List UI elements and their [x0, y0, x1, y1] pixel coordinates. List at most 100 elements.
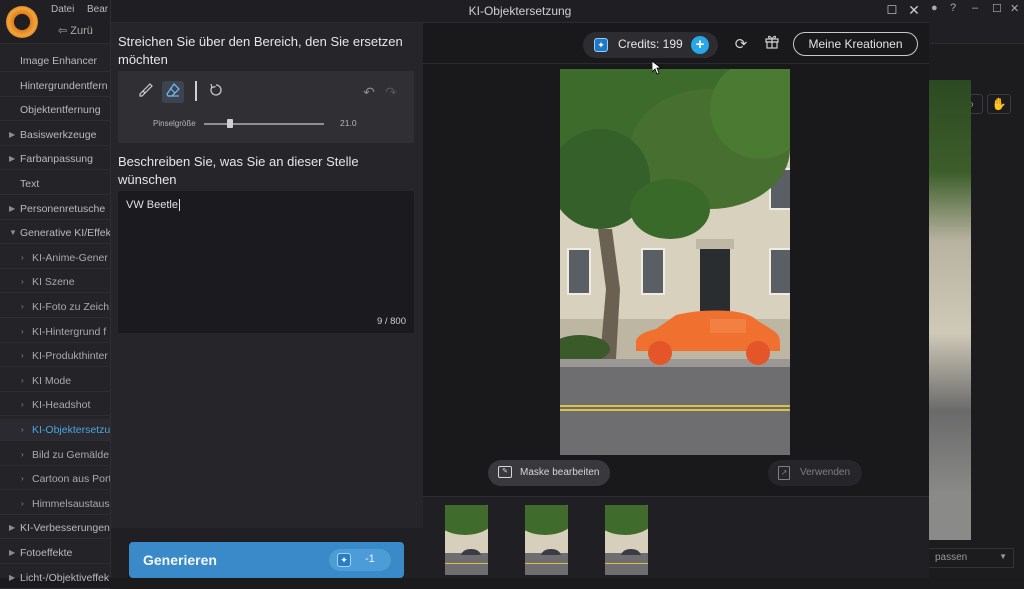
- settings-panel: Streichen Sie über den Bereich, den Sie …: [111, 23, 423, 578]
- menu-file[interactable]: Datei: [51, 4, 74, 15]
- generate-label: Generieren: [143, 552, 217, 568]
- close-icon[interactable]: ✕: [1010, 2, 1019, 15]
- background-sidebar: Image Enhancer Hintergrundentfern Objekten…: [0, 44, 110, 589]
- maximize-icon[interactable]: ☐: [885, 3, 899, 17]
- back-button[interactable]: ⇦ Zurü: [58, 24, 93, 37]
- chevron-right-icon: ▶: [9, 129, 16, 139]
- sidebar-item-label: KI-Foto zu Zeich: [32, 301, 110, 313]
- result-thumbnail[interactable]: [605, 505, 648, 575]
- sidebar-item-label: KI Mode: [32, 374, 72, 387]
- header-divider: [423, 63, 929, 64]
- mouse-cursor-icon: [651, 60, 663, 78]
- result-thumbnail[interactable]: [525, 505, 568, 575]
- sidebar-item[interactable]: ▶ Personenretusche: [0, 198, 110, 220]
- reset-icon[interactable]: [205, 81, 227, 103]
- chevron-down-icon: ▼: [999, 552, 1007, 561]
- sidebar-item-label: Generative KI/Effekt: [20, 227, 110, 240]
- sidebar-item[interactable]: › Cartoon aus Port: [0, 468, 110, 491]
- sidebar-item[interactable]: › Himmelsaustaus: [0, 493, 110, 515]
- hand-tool-icon[interactable]: ✋: [987, 94, 1011, 114]
- sidebar-item[interactable]: › KI-Objektersetzu: [0, 419, 110, 441]
- sidebar-item[interactable]: Image Enhancer: [0, 50, 110, 72]
- undo-icon[interactable]: ↶: [358, 81, 380, 103]
- sidebar-item[interactable]: Objektentfernung: [0, 99, 110, 122]
- sidebar-item[interactable]: ▶ Fotoeffekte: [0, 542, 110, 564]
- sidebar-item-label: KI-Produkthinter: [32, 350, 108, 363]
- sidebar-item[interactable]: › KI-Headshot: [0, 394, 110, 417]
- credits-badge: ✦ Credits: 199 +: [583, 32, 718, 58]
- sidebar-item-label: Farbanpassung: [20, 153, 93, 166]
- menu-edit[interactable]: Bear: [87, 4, 108, 15]
- dialog-titlebar: KI-Objektersetzung ☐ ✕: [111, 0, 929, 23]
- sidebar-item[interactable]: Text: [0, 173, 110, 195]
- prompt-value: VW Beetle: [126, 199, 180, 211]
- brush-size-label: Pinselgröße: [153, 119, 196, 128]
- generate-button[interactable]: Generieren ✦ -1: [129, 542, 404, 578]
- chevron-right-icon: ›: [21, 375, 24, 385]
- dialog-title: KI-Objektersetzung: [468, 4, 572, 18]
- brush-size-value: 21.0: [340, 118, 357, 128]
- minimize-icon[interactable]: –: [972, 2, 978, 14]
- chevron-right-icon: ›: [21, 474, 24, 484]
- result-thumbnail[interactable]: [445, 505, 488, 575]
- credits-label: Credits: 199: [618, 37, 683, 51]
- result-thumbnails: [423, 496, 929, 578]
- sidebar-item-label: Objektentfernung: [20, 104, 101, 117]
- sidebar-item[interactable]: › KI-Produkthinter: [0, 345, 110, 368]
- sidebar-item[interactable]: Hintergrundentfern: [0, 75, 110, 97]
- sidebar-item-label: Hintergrundentfern: [20, 79, 108, 92]
- chevron-right-icon: ▶: [9, 523, 16, 533]
- export-icon: ↗: [778, 466, 790, 480]
- sidebar-item-label: KI-Hintergrund f: [32, 325, 107, 338]
- sidebar-item[interactable]: › KI-Foto zu Zeich: [0, 296, 110, 318]
- sidebar-item-label: Basiswerkzeuge: [20, 128, 97, 141]
- brush-size-slider-thumb[interactable]: [227, 119, 234, 128]
- background-select[interactable]: passen ▼: [928, 548, 1014, 568]
- sidebar-item[interactable]: › Bild zu Gemälde: [0, 444, 110, 466]
- chevron-right-icon: ▶: [9, 154, 16, 164]
- sidebar-item[interactable]: ▶ Farbanpassung: [0, 148, 110, 171]
- maximize-icon[interactable]: ☐: [992, 2, 1002, 15]
- brush-size-slider[interactable]: [204, 123, 324, 125]
- gift-icon[interactable]: [760, 33, 784, 57]
- sidebar-item-label: Bild zu Gemälde: [32, 448, 110, 461]
- chevron-right-icon: ›: [21, 400, 24, 410]
- my-creations-button[interactable]: Meine Kreationen: [793, 32, 918, 56]
- refresh-icon[interactable]: ⟳: [729, 33, 753, 57]
- sidebar-item[interactable]: ▶ KI-Verbesserungen: [0, 517, 110, 540]
- back-arrow-icon: ⇦: [58, 25, 68, 37]
- tool-divider: [195, 81, 197, 101]
- plus-icon[interactable]: +: [691, 36, 709, 54]
- sidebar-item[interactable]: ▼ Generative KI/Effekt: [0, 222, 110, 245]
- sidebar-item[interactable]: ▶ Basiswerkzeuge: [0, 124, 110, 146]
- eraser-icon[interactable]: [162, 81, 184, 103]
- user-icon[interactable]: ●: [931, 2, 938, 14]
- chevron-right-icon: ▶: [9, 548, 16, 557]
- help-icon[interactable]: ?: [950, 2, 956, 14]
- chevron-right-icon: ›: [21, 449, 24, 459]
- close-icon[interactable]: ✕: [907, 2, 921, 18]
- ai-object-replacement-dialog: KI-Objektersetzung ☐ ✕ Streichen Sie übe…: [110, 0, 929, 578]
- sidebar-item[interactable]: › KI Mode: [0, 370, 110, 392]
- edit-mask-button[interactable]: ✎ Maske bearbeiten: [488, 460, 610, 486]
- background-select-value: passen: [935, 552, 968, 563]
- sidebar-item-label: KI-Headshot: [32, 399, 91, 412]
- redo-icon[interactable]: ↷: [380, 81, 402, 103]
- describe-heading: Beschreiben Sie, was Sie an dieser Stell…: [118, 154, 359, 187]
- sidebar-item[interactable]: › KI Szene: [0, 271, 110, 294]
- paintbrush-icon[interactable]: [135, 81, 157, 103]
- chevron-right-icon: ›: [21, 326, 24, 336]
- use-button[interactable]: ↗ Verwenden: [768, 460, 862, 486]
- sidebar-item-label: KI Szene: [32, 276, 75, 289]
- app-logo: [6, 6, 38, 38]
- mask-edit-icon: ✎: [498, 466, 512, 478]
- sidebar-item[interactable]: › KI-Anime-Gener: [0, 247, 110, 269]
- sidebar-item[interactable]: › KI-Hintergrund f: [0, 321, 110, 343]
- chevron-right-icon: ›: [21, 252, 24, 262]
- chevron-down-icon: ▼: [9, 228, 17, 238]
- generate-cost-badge: ✦ -1: [329, 549, 391, 571]
- char-counter: 9 / 800: [376, 316, 406, 327]
- preview-image[interactable]: [560, 69, 790, 455]
- brush-heading: Streichen Sie über den Bereich, den Sie …: [118, 34, 403, 67]
- prompt-textarea[interactable]: VW Beetle 9 / 800: [118, 191, 414, 333]
